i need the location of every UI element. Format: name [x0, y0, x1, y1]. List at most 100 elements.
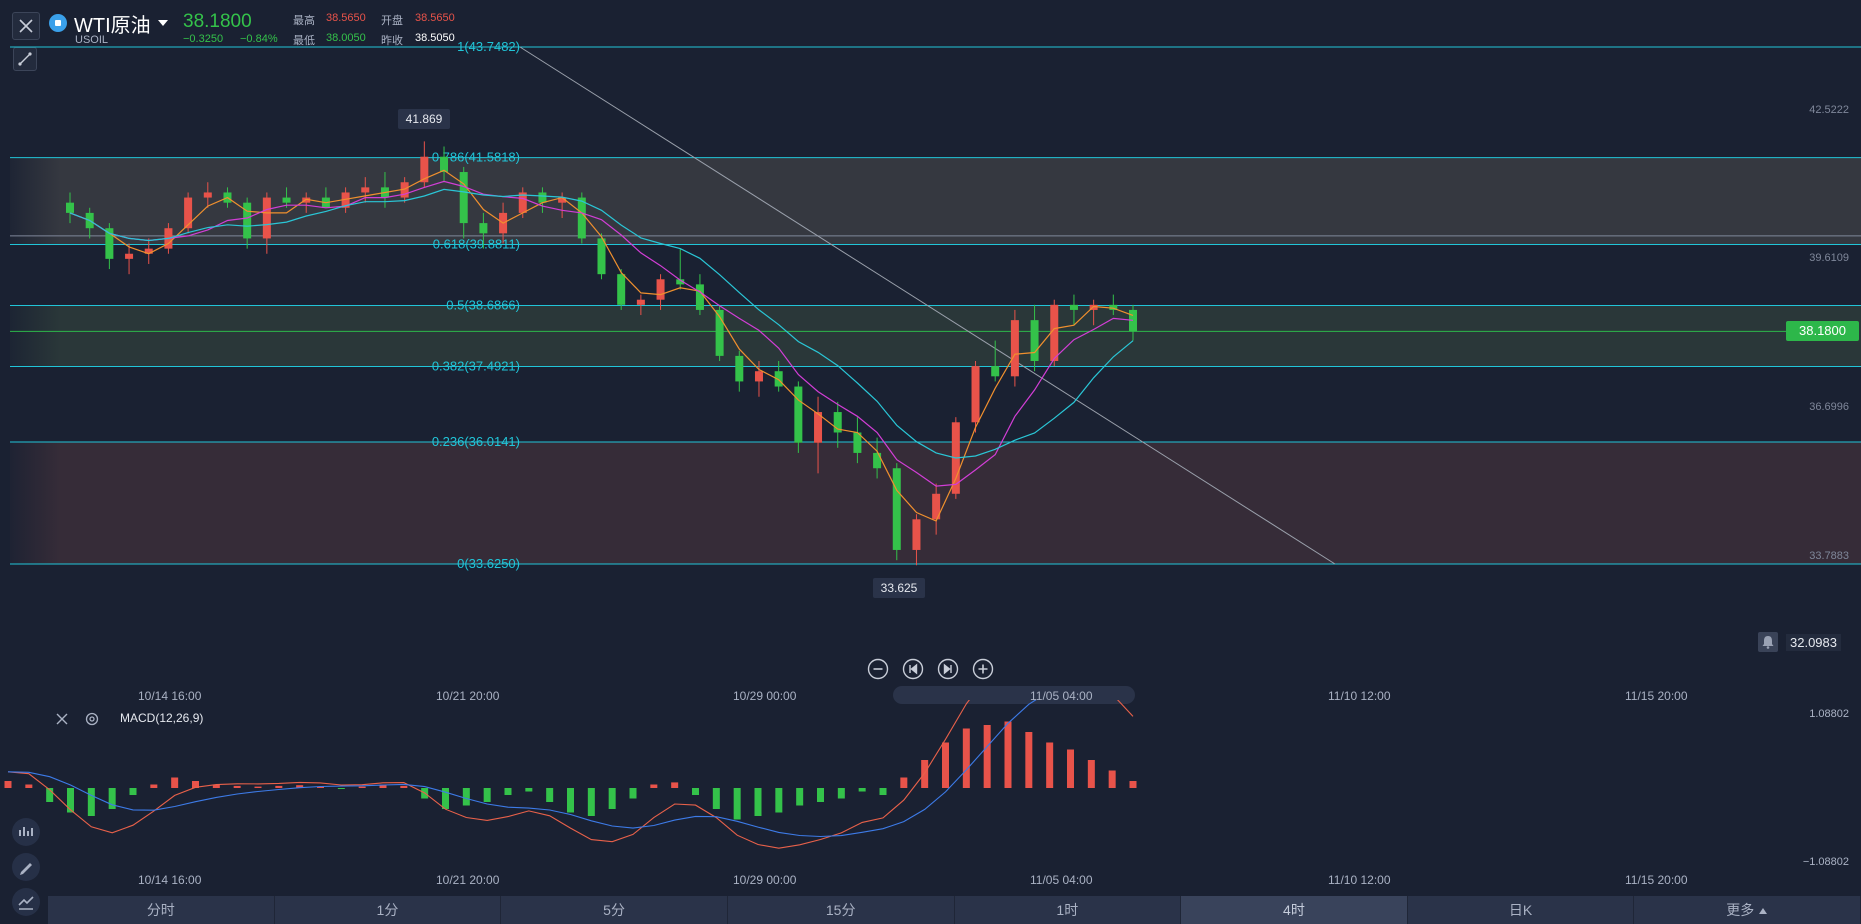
macd-histogram-bar — [4, 781, 12, 788]
timeframe-tab[interactable]: 分时 — [48, 896, 275, 924]
skip-end-icon — [937, 658, 959, 680]
candle-body — [262, 197, 271, 239]
macd-chart[interactable] — [0, 700, 1861, 880]
candle-body — [912, 519, 921, 550]
alert-price-tag[interactable]: 32.0983 — [1758, 632, 1858, 652]
timeframe-tab[interactable]: 1时 — [955, 896, 1182, 924]
indicator-tool-button[interactable] — [12, 818, 40, 846]
macd-histogram-bar — [837, 788, 845, 799]
macd-histogram-bar — [962, 728, 970, 788]
candle-body — [459, 172, 468, 224]
macd-x-axis-label: 10/14 16:00 — [138, 873, 202, 887]
macd-histogram-bar — [567, 788, 574, 813]
macd-x-axis-label: 11/15 20:00 — [1625, 873, 1688, 887]
timeframe-tab[interactable]: 日K — [1408, 896, 1635, 924]
skip-start-icon — [902, 658, 924, 680]
macd-histogram-bar — [150, 784, 158, 788]
fib-level-label: 0(33.6250) — [457, 556, 520, 571]
macd-histogram-bar — [254, 786, 262, 788]
macd-histogram-bar — [650, 784, 658, 788]
candle-body — [203, 192, 212, 198]
indicator-icon — [19, 827, 33, 836]
macd-x-axis-label: 11/05 04:00 — [1030, 873, 1093, 887]
candle-body — [479, 223, 488, 234]
pen-tool-button[interactable] — [12, 853, 40, 881]
chart-line-tool-button[interactable] — [12, 888, 40, 916]
macd-histogram-bar — [25, 784, 33, 788]
macd-histogram-bar — [1067, 749, 1074, 788]
edge-fade — [0, 100, 60, 580]
price-chart[interactable]: 1(43.7482)0.786(41.5818)0.618(39.8811)0.… — [0, 0, 1861, 710]
macd-histogram-bar — [775, 788, 783, 813]
zoom-in-button[interactable] — [972, 658, 994, 680]
fib-level-label: 0.382(37.4921) — [432, 359, 520, 374]
candle-body — [361, 187, 370, 193]
candle-body — [1129, 309, 1137, 332]
macd-histogram-bar — [483, 788, 491, 802]
macd-histogram-bar — [129, 788, 137, 795]
macd-histogram-bar — [733, 788, 741, 820]
chart-line-icon — [18, 896, 34, 910]
zoom-out-button[interactable] — [867, 658, 889, 680]
skip-end-button[interactable] — [937, 658, 959, 680]
timeframe-tab[interactable]: 1分 — [275, 896, 502, 924]
candle-body — [873, 452, 882, 469]
current-price-tag: 38.1800 — [1786, 321, 1859, 341]
candle-body — [125, 253, 134, 259]
macd-histogram-bar — [275, 785, 283, 788]
macd-histogram-bar — [525, 788, 533, 792]
candle-body — [892, 468, 901, 550]
timeframe-tab[interactable]: 5分 — [501, 896, 728, 924]
macd-x-axis-label: 10/21 20:00 — [436, 873, 500, 887]
macd-histogram-bar — [629, 788, 637, 799]
fib-level-label: 1(43.7482) — [457, 39, 520, 54]
timeframe-tab[interactable]: 15分 — [728, 896, 955, 924]
macd-histogram-bar — [462, 788, 470, 806]
macd-histogram-bar — [67, 788, 74, 813]
candle-body — [538, 192, 547, 203]
candle-body — [794, 386, 803, 443]
macd-histogram-bar — [608, 788, 616, 809]
alert-price-value: 32.0983 — [1786, 633, 1841, 651]
macd-histogram-bar — [796, 788, 804, 806]
macd-histogram-bar — [1025, 732, 1033, 788]
candle-body — [1030, 320, 1039, 361]
candle-body — [577, 197, 586, 239]
candle-body — [282, 197, 291, 203]
macd-histogram-bar — [587, 788, 595, 816]
zoom-out-icon — [867, 658, 889, 680]
macd-histogram-bar — [754, 788, 762, 816]
low-marker: 33.625 — [873, 578, 925, 598]
macd-histogram-bar — [983, 725, 991, 788]
candle-body — [754, 371, 763, 382]
price-axis-label: 42.5222 — [1809, 104, 1849, 116]
macd-histogram-bar — [942, 742, 949, 788]
macd-histogram-bar — [671, 782, 679, 788]
macd-histogram-bar — [858, 788, 866, 792]
more-label: 更多 — [1726, 902, 1755, 918]
bell-icon — [1758, 632, 1778, 652]
macd-x-axis-label: 11/10 12:00 — [1328, 873, 1391, 887]
macd-histogram-bar — [358, 786, 366, 788]
pen-icon — [20, 863, 32, 875]
candle-body — [636, 299, 645, 305]
macd-histogram-bar — [400, 785, 408, 788]
current-price-value: 38.1800 — [1799, 323, 1846, 338]
candle-body — [991, 366, 1000, 377]
macd-histogram-bar — [546, 788, 554, 802]
low-marker-value: 33.625 — [880, 581, 918, 595]
high-marker-value: 41.869 — [405, 112, 443, 126]
candle-body — [656, 279, 665, 300]
timeframe-tab-active[interactable]: 4时 — [1181, 896, 1408, 924]
candle-body — [597, 238, 606, 275]
skip-start-button[interactable] — [902, 658, 924, 680]
macd-histogram-bar — [87, 788, 95, 816]
macd-histogram-bar — [233, 785, 241, 788]
macd-histogram-bar — [1108, 770, 1116, 788]
timeframe-bar: 分时 1分 5分 15分 1时 4时 日K 更多 — [48, 896, 1861, 924]
more-timeframes-button[interactable]: 更多 — [1634, 896, 1861, 924]
fib-zone-middle — [10, 305, 1861, 367]
macd-histogram-bar — [817, 788, 824, 802]
macd-histogram-bar — [692, 788, 699, 795]
candle-body — [66, 202, 74, 213]
